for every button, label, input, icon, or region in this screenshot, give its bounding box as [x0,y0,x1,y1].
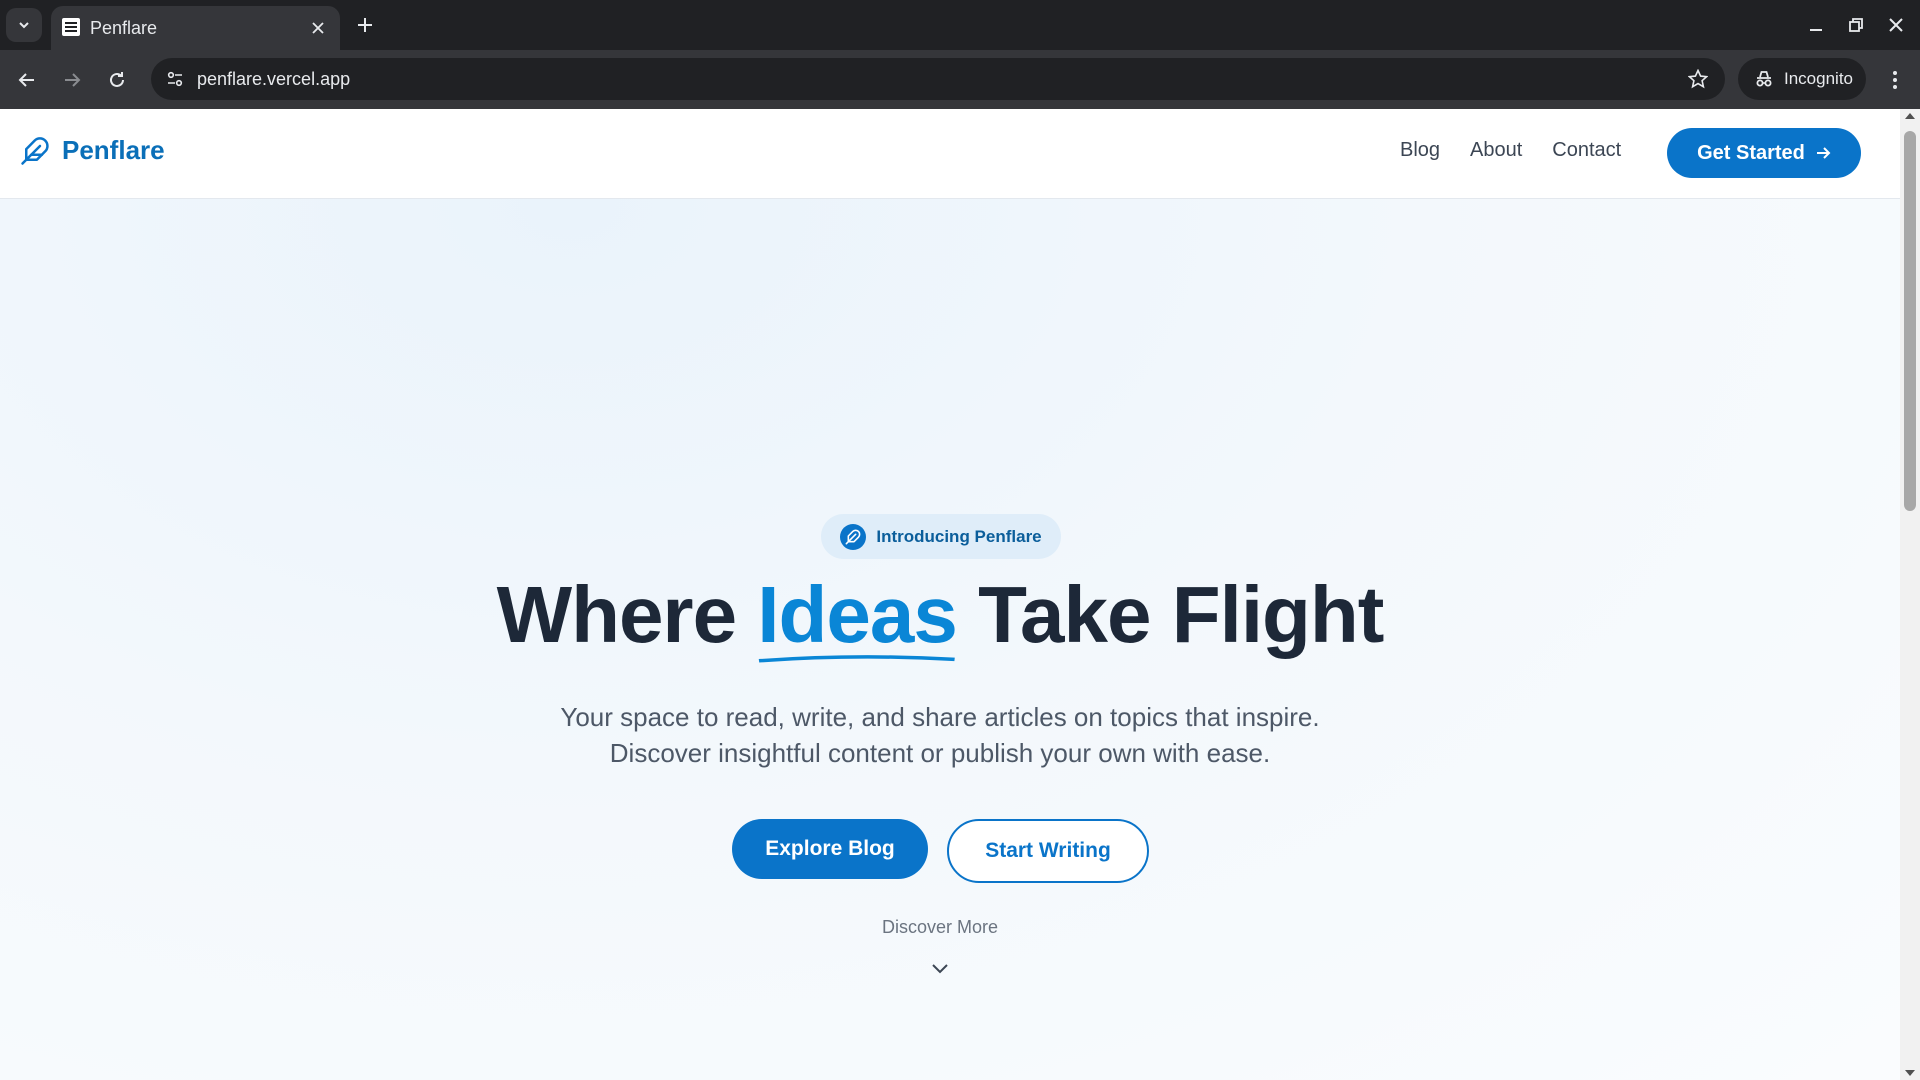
brand-name: Penflare [62,135,165,165]
incognito-label: Incognito [1784,69,1853,88]
nav-link-blog[interactable]: Blog [1400,139,1440,162]
window-minimize-button[interactable] [1799,10,1833,40]
url-text: penflare.vercel.app [197,69,351,89]
more-vertical-icon [1893,71,1897,89]
scrollbar-thumb[interactable] [1904,131,1916,511]
reload-icon [110,72,124,87]
browser-menu-button[interactable] [1880,63,1910,97]
hero-subtitle: Your space to read, write, and share art… [560,702,1320,768]
scroll-up-arrow-icon[interactable] [1905,113,1915,119]
hero-headline: Where Ideas Take Flight [0,569,1880,663]
discover-more-label[interactable]: Discover More [0,917,1880,938]
plus-icon [358,18,372,32]
tab-close-button[interactable] [308,18,328,38]
page-viewport: Penflare Blog About Contact Get Started … [0,109,1900,1080]
arrow-right-icon [65,73,81,87]
site-header: Penflare Blog About Contact Get Started [0,109,1900,199]
accent-underline [759,655,956,663]
tab-title: Penflare [90,18,158,38]
window-close-button[interactable] [1879,10,1913,40]
headline-accent-text: Ideas [757,570,958,659]
brand-logo-link[interactable]: Penflare [20,135,165,166]
back-button[interactable] [10,63,44,97]
feather-icon [840,523,867,550]
tune-icon [167,71,183,87]
close-icon [1889,18,1903,32]
close-icon [312,22,324,34]
start-writing-button[interactable]: Start Writing [947,819,1149,883]
headline-accent-word: Ideas [757,570,958,663]
main-nav: Blog About Contact [1400,139,1621,162]
address-bar[interactable]: penflare.vercel.app [151,58,1725,100]
headline-text-end: Take Flight [956,570,1384,659]
forward-button[interactable] [55,63,89,97]
scroll-down-arrow-icon[interactable] [1905,1070,1915,1076]
browser-toolbar: penflare.vercel.app Incognito [0,50,1920,109]
tab-search-button[interactable] [6,8,42,42]
get-started-button[interactable]: Get Started [1667,128,1861,178]
headline-text-start: Where [496,570,758,659]
chevron-down-icon[interactable] [928,957,952,981]
page-scrollbar[interactable] [1900,109,1920,1080]
intro-badge-label: Introducing Penflare [876,526,1042,546]
arrow-left-icon [18,73,34,87]
window-restore-button[interactable] [1839,10,1873,40]
new-tab-button[interactable] [352,12,378,38]
hero-section: Introducing Penflare Where Ideas Take Fl… [0,199,1900,1080]
minimize-icon [1810,29,1822,31]
restore-icon [1849,18,1863,32]
chevron-down-icon [19,22,29,29]
browser-tabstrip: Penflare [0,0,1920,50]
page-favicon-icon [62,18,80,36]
explore-blog-button[interactable]: Explore Blog [732,819,928,879]
get-started-label: Get Started [1697,141,1805,164]
arrow-right-icon [1816,147,1831,159]
feather-icon [21,136,49,165]
intro-badge: Introducing Penflare [821,514,1061,559]
incognito-icon [1756,71,1772,87]
star-icon [1688,69,1708,89]
nav-link-contact[interactable]: Contact [1552,139,1621,162]
reload-button[interactable] [100,63,134,97]
incognito-indicator[interactable]: Incognito [1738,58,1866,100]
site-info-button[interactable] [161,65,189,93]
browser-tab-active[interactable]: Penflare [51,6,340,50]
bookmark-button[interactable] [1685,66,1711,92]
nav-link-about[interactable]: About [1470,139,1522,162]
